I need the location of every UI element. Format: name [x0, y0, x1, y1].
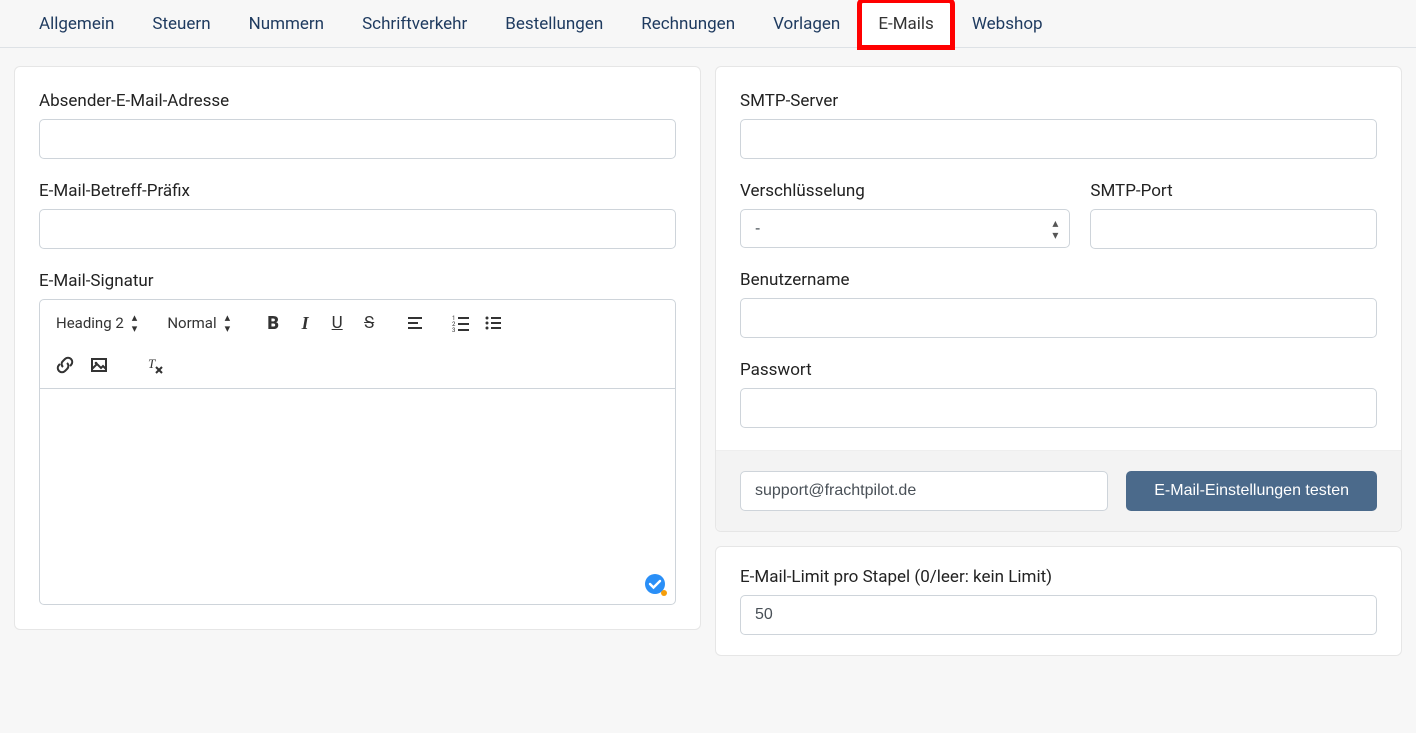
clear-format-icon[interactable]: T	[140, 350, 170, 380]
limit-card: E-Mail-Limit pro Stapel (0/leer: kein Li…	[715, 546, 1402, 656]
italic-icon[interactable]: I	[290, 308, 320, 338]
signature-editor: Heading 2 ▴▾ Normal ▴▾ B I U S	[39, 299, 676, 605]
font-style-select[interactable]: Normal ▴▾	[161, 308, 236, 338]
signature-label: E-Mail-Signatur	[39, 271, 676, 291]
link-icon[interactable]	[50, 350, 80, 380]
test-row: E-Mail-Einstellungen testen	[716, 450, 1401, 531]
encryption-select[interactable]: -	[740, 209, 1070, 248]
svg-text:T: T	[148, 356, 156, 371]
editor-toolbar: Heading 2 ▴▾ Normal ▴▾ B I U S	[40, 300, 675, 389]
email-limit-label: E-Mail-Limit pro Stapel (0/leer: kein Li…	[740, 567, 1377, 587]
tab-nummern[interactable]: Nummern	[230, 0, 343, 47]
username-label: Benutzername	[740, 270, 1377, 290]
password-label: Passwort	[740, 360, 1377, 380]
subject-prefix-input[interactable]	[39, 209, 676, 249]
test-settings-button[interactable]: E-Mail-Einstellungen testen	[1126, 471, 1377, 511]
bullet-list-icon[interactable]	[478, 308, 508, 338]
tab-steuern[interactable]: Steuern	[133, 0, 229, 47]
heading-select-label: Heading 2	[56, 314, 124, 332]
smtp-server-label: SMTP-Server	[740, 91, 1377, 111]
smtp-port-input[interactable]	[1090, 209, 1377, 249]
smtp-port-label: SMTP-Port	[1090, 181, 1377, 201]
underline-icon[interactable]: U	[322, 308, 352, 338]
strikethrough-icon[interactable]: S	[354, 308, 384, 338]
image-icon[interactable]	[84, 350, 114, 380]
tab-webshop[interactable]: Webshop	[953, 0, 1062, 47]
align-icon[interactable]	[400, 308, 430, 338]
grammar-check-icon[interactable]	[645, 574, 667, 596]
heading-select[interactable]: Heading 2 ▴▾	[50, 308, 143, 338]
smtp-server-input[interactable]	[740, 119, 1377, 159]
ordered-list-icon[interactable]: 123	[446, 308, 476, 338]
tab-bestellungen[interactable]: Bestellungen	[486, 0, 622, 47]
bold-icon[interactable]: B	[258, 308, 288, 338]
sender-email-input[interactable]	[39, 119, 676, 159]
tab-vorlagen[interactable]: Vorlagen	[754, 0, 859, 47]
username-input[interactable]	[740, 298, 1377, 338]
svg-text:3: 3	[452, 327, 455, 332]
tabs-nav: Allgemein Steuern Nummern Schriftverkehr…	[0, 0, 1416, 48]
tab-emails[interactable]: E-Mails	[859, 0, 953, 48]
test-email-input[interactable]	[740, 471, 1108, 511]
tab-allgemein[interactable]: Allgemein	[20, 0, 133, 47]
sender-card: Absender-E-Mail-Adresse E-Mail-Betreff-P…	[14, 66, 701, 630]
tab-rechnungen[interactable]: Rechnungen	[622, 0, 754, 47]
subject-prefix-label: E-Mail-Betreff-Präfix	[39, 181, 676, 201]
password-input[interactable]	[740, 388, 1377, 428]
tab-schriftverkehr[interactable]: Schriftverkehr	[343, 0, 486, 47]
encryption-label: Verschlüsselung	[740, 181, 1070, 201]
chevron-updown-icon: ▴▾	[132, 312, 138, 334]
email-limit-input[interactable]	[740, 595, 1377, 635]
sender-email-label: Absender-E-Mail-Adresse	[39, 91, 676, 111]
signature-textarea[interactable]	[40, 389, 675, 604]
chevron-updown-icon: ▴▾	[225, 312, 231, 334]
font-style-label: Normal	[167, 314, 216, 332]
smtp-card: SMTP-Server Verschlüsselung - ▴▾ SMTP-Po…	[715, 66, 1402, 532]
